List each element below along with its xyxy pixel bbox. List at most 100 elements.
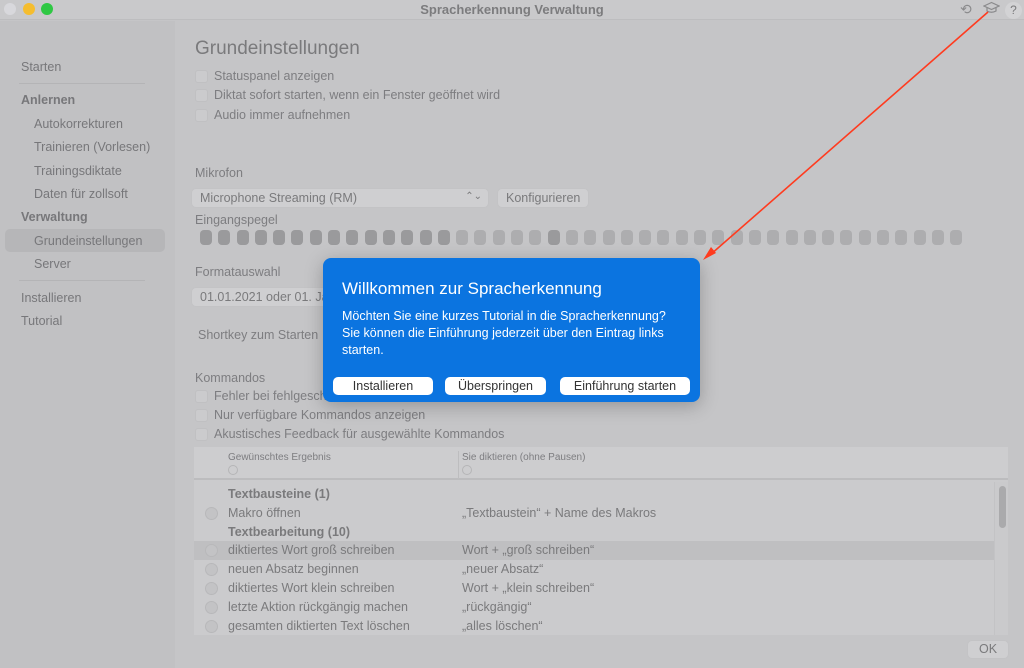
row-radio[interactable]	[205, 619, 218, 633]
option-label: Diktat sofort starten, wenn ein Fenster …	[214, 88, 501, 102]
sort-indicator-icon	[462, 465, 472, 475]
scrollbar[interactable]	[994, 482, 1008, 635]
checkbox[interactable]	[195, 88, 208, 102]
cell-dictate: „Textbaustein“ + Name des Makros	[462, 505, 657, 520]
option-label: Statuspanel anzeigen	[214, 69, 335, 83]
sidebar-item-grundeinstellungen[interactable]: Grundeinstellungen	[34, 234, 142, 248]
table-row[interactable]: diktiertes Wort groß schreiben Wort + „gr…	[194, 541, 994, 561]
level-segment	[492, 230, 505, 245]
format-select[interactable]: 01.01.2021 oder 01. Ja	[191, 287, 331, 307]
mikrofon-select[interactable]: Microphone Streaming (RM) ⌃⌄	[191, 188, 489, 208]
sidebar-item-installieren[interactable]: Installieren	[21, 291, 81, 305]
konfigurieren-button[interactable]: Konfigurieren	[497, 188, 590, 208]
cell-result: diktiertes Wort groß schreiben	[228, 543, 395, 558]
sidebar-item-starten[interactable]: Starten	[21, 60, 61, 74]
table-row[interactable]: neuen Absatz beginnen „neuer Absatz“	[194, 560, 994, 579]
level-segment	[547, 230, 560, 245]
cell-dictate: „rückgängig“	[462, 599, 532, 614]
einfuehrung-starten-button[interactable]: Einführung starten	[560, 377, 690, 395]
sidebar-item-daten-zollsoft[interactable]: Daten für zollsoft	[34, 187, 128, 201]
sidebar-section-verwaltung: Verwaltung	[21, 210, 88, 224]
table-row[interactable]: Makro öffnen „Textbaustein“ + Name des Ma…	[194, 504, 994, 523]
level-segment	[876, 230, 889, 245]
level-segment	[200, 230, 212, 245]
level-segment	[895, 230, 908, 245]
level-segment	[620, 230, 633, 245]
row-radio[interactable]	[205, 544, 218, 558]
shortkey-label: Shortkey zum Starten	[198, 328, 319, 342]
checkbox[interactable]	[195, 427, 208, 441]
level-segment	[419, 230, 432, 245]
column-divider[interactable]	[458, 451, 459, 479]
cell-result: letzte Aktion rückgängig machen	[228, 599, 408, 614]
cell-dictate: „neuer Absatz“	[462, 562, 544, 577]
option-fehler[interactable]: Fehler bei fehlgesch	[195, 389, 327, 403]
updown-chevron-icon: ⌃⌄	[465, 191, 482, 202]
refresh-icon[interactable]: ⟲	[960, 1, 972, 18]
cell-result: diktiertes Wort klein schreiben	[228, 581, 395, 595]
table-row[interactable]: diktiertes Wort klein schreiben Wort + „k…	[194, 579, 994, 598]
sidebar-item-tutorial[interactable]: Tutorial	[21, 314, 62, 328]
sidebar-divider	[19, 83, 145, 84]
option-audio-aufnehmen[interactable]: Audio immer aufnehmen	[195, 108, 350, 122]
level-segment	[254, 230, 267, 245]
cell-result: Textbausteine (1)	[228, 487, 330, 501]
installieren-button[interactable]: Installieren	[333, 377, 433, 395]
column-header-ergebnis[interactable]: Gewünschtes Ergebnis	[228, 452, 331, 463]
checkbox[interactable]	[195, 408, 208, 422]
level-segment	[511, 230, 524, 245]
level-segment	[309, 230, 322, 245]
level-segment	[748, 230, 761, 245]
level-segment	[639, 230, 652, 245]
row-radio[interactable]	[205, 600, 218, 614]
level-segment	[822, 230, 835, 245]
level-segment	[931, 230, 944, 245]
row-radio[interactable]	[205, 582, 218, 595]
table-row[interactable]: letzte Aktion rückgängig machen „rückgäng…	[194, 598, 994, 617]
table-group-row[interactable]: Textbearbeitung (10)	[194, 523, 994, 542]
scrollbar-thumb[interactable]	[999, 486, 1006, 528]
level-segment	[328, 230, 341, 245]
sidebar-item-autokorrekturen[interactable]: Autokorrekturen	[34, 117, 123, 131]
welcome-dialog: Willkommen zur Spracherkennung Möchten S…	[323, 258, 700, 402]
sidebar: Starten Anlernen Autokorrekturen Trainie…	[0, 21, 175, 668]
level-segment	[858, 230, 871, 245]
option-label: Fehler bei fehlgesch	[214, 389, 327, 403]
help-button[interactable]: ?	[1005, 2, 1022, 19]
table-group-row[interactable]: Textbausteine (1)	[194, 485, 994, 504]
level-segment	[565, 230, 578, 245]
ueberspringen-button[interactable]: Überspringen	[445, 377, 546, 395]
commands-table: Gewünschtes Ergebnis Sie diktieren (ohne…	[194, 447, 1008, 635]
sidebar-item-server[interactable]: Server	[34, 257, 71, 271]
mikrofon-label: Mikrofon	[195, 166, 243, 180]
level-segment	[273, 230, 286, 245]
sidebar-item-trainingsdiktate[interactable]: Trainingsdiktate	[34, 164, 122, 178]
column-header-diktieren[interactable]: Sie diktieren (ohne Pausen)	[462, 452, 585, 463]
cell-dictate: Wort + „klein schreiben“	[462, 581, 595, 595]
option-statuspanel[interactable]: Statuspanel anzeigen	[195, 69, 334, 83]
graduation-cap-icon[interactable]	[982, 1, 1001, 18]
row-radio[interactable]	[205, 506, 218, 520]
ok-button[interactable]: OK	[967, 640, 1009, 659]
table-header: Gewünschtes Ergebnis Sie diktieren (ohne…	[194, 447, 1008, 480]
option-diktat-sofort[interactable]: Diktat sofort starten, wenn ein Fenster …	[195, 88, 500, 102]
sidebar-item-trainieren[interactable]: Trainieren (Vorlesen)	[34, 140, 150, 154]
cell-result: neuen Absatz beginnen	[228, 562, 359, 577]
sort-indicator-icon	[228, 465, 238, 475]
checkbox[interactable]	[195, 69, 208, 83]
level-segment	[602, 230, 615, 245]
table-row[interactable]: gesamten diktierten Text löschen „alles l…	[194, 617, 994, 636]
level-segment	[675, 230, 688, 245]
level-segment	[437, 230, 450, 245]
option-nur-verfuegbare[interactable]: Nur verfügbare Kommandos anzeigen	[195, 408, 425, 422]
row-radio[interactable]	[205, 563, 218, 577]
level-segment	[346, 230, 359, 245]
option-label: Akustisches Feedback für ausgewählte Kom…	[214, 427, 505, 441]
level-segment	[785, 230, 798, 245]
eingangspegel-label: Eingangspegel	[195, 213, 278, 227]
checkbox[interactable]	[195, 389, 208, 403]
level-segment	[584, 230, 597, 245]
level-segment	[401, 230, 414, 245]
option-akustisches-feedback[interactable]: Akustisches Feedback für ausgewählte Kom…	[195, 427, 504, 441]
checkbox[interactable]	[195, 108, 208, 122]
